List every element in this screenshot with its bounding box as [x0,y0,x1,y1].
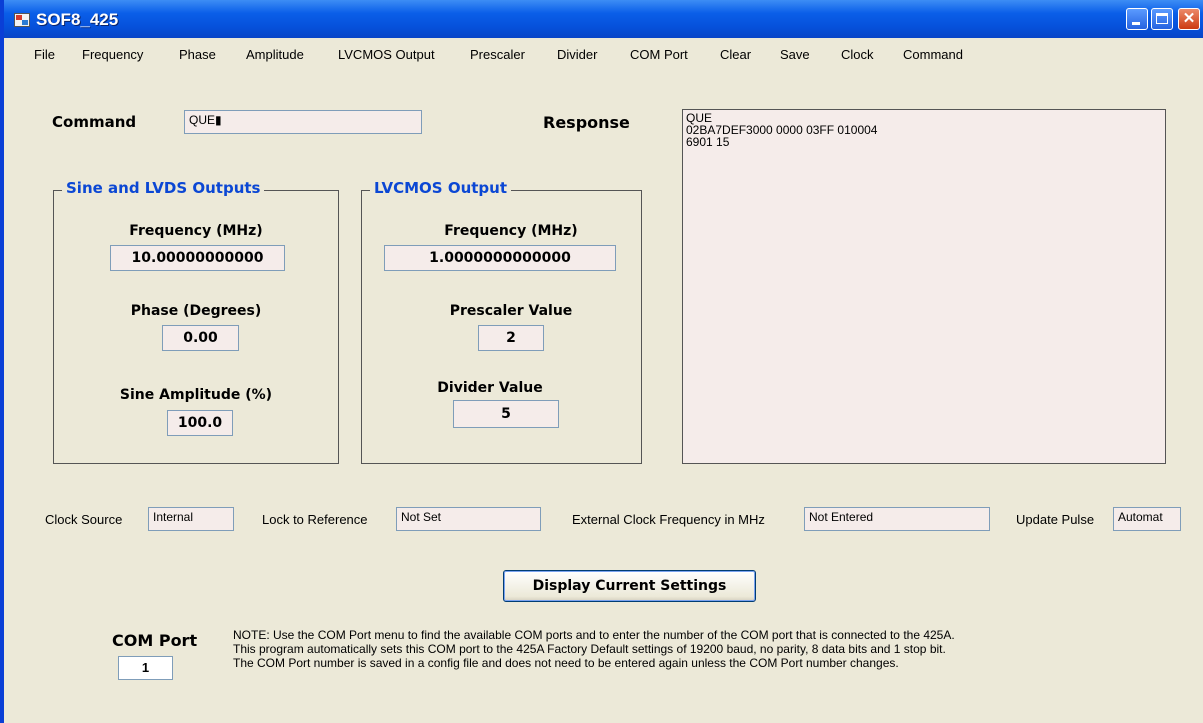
lvcmos-group-title: LVCMOS Output [370,179,512,197]
command-input[interactable]: QUE▮ [184,110,422,134]
phase-label: Phase (Degrees) [130,303,262,319]
display-current-settings-button[interactable]: Display Current Settings [503,570,756,602]
menu-save[interactable]: Save [780,47,810,62]
command-label: Command [52,113,137,131]
response-line: 02BA7DEF3000 0000 03FF 010004 [686,123,878,137]
com-port-label: COM Port [112,631,198,650]
window-title: SOF8_425 [36,10,119,29]
external-clock-label: External Clock Frequency in MHz [572,512,765,527]
lvcmos-frequency-field[interactable]: 1.0000000000000 [384,245,616,271]
menu-file[interactable]: File [34,47,55,62]
lvcmos-frequency-label: Frequency (MHz) [444,223,578,239]
minimize-button[interactable] [1126,8,1148,30]
note-line: This program automatically sets this COM… [233,642,946,656]
divider-field[interactable]: 5 [453,400,559,428]
lock-reference-label: Lock to Reference [262,512,368,527]
response-label: Response [543,113,630,132]
phase-field[interactable]: 0.00 [162,325,239,351]
menu-divider[interactable]: Divider [557,47,597,62]
clock-source-label: Clock Source [45,512,123,527]
sine-lvds-group-title: Sine and LVDS Outputs [62,179,265,197]
menu-phase[interactable]: Phase [179,47,216,62]
close-button[interactable] [1178,8,1200,30]
menu-lvcmos-output[interactable]: LVCMOS Output [338,47,435,62]
divider-label: Divider Value [437,380,543,396]
update-pulse-label: Update Pulse [1016,512,1095,527]
menu-bar: File Frequency Phase Amplitude LVCMOS Ou… [4,45,1203,65]
sine-frequency-label: Frequency (MHz) [129,223,263,239]
menu-amplitude[interactable]: Amplitude [246,47,304,62]
sine-amplitude-field[interactable]: 100.0 [167,410,233,436]
menu-com-port[interactable]: COM Port [630,47,688,62]
prescaler-label: Prescaler Value [449,303,573,319]
menu-clock[interactable]: Clock [841,47,874,62]
update-pulse-field[interactable]: Automat [1113,507,1181,531]
title-bar[interactable]: SOF8_425 [4,0,1203,38]
response-textbox[interactable]: QUE 02BA7DEF3000 0000 03FF 010004 6901 1… [682,109,1166,464]
note-line: The COM Port number is saved in a config… [233,656,899,670]
clock-source-field[interactable]: Internal [148,507,234,531]
note-line: NOTE: Use the COM Port menu to find the … [233,628,955,642]
menu-command[interactable]: Command [903,47,963,62]
menu-clear[interactable]: Clear [720,47,751,62]
app-icon[interactable] [14,13,30,27]
com-port-field[interactable]: 1 [118,656,173,680]
menu-prescaler[interactable]: Prescaler [470,47,525,62]
lock-reference-field[interactable]: Not Set [396,507,541,531]
prescaler-field[interactable]: 2 [478,325,544,351]
sine-amplitude-label: Sine Amplitude (%) [119,387,273,403]
app-window: SOF8_425 File Frequency Phase Amplitude … [0,0,1203,723]
maximize-button[interactable] [1151,8,1173,30]
response-line: 6901 15 [686,135,730,149]
external-clock-field[interactable]: Not Entered [804,507,990,531]
menu-frequency[interactable]: Frequency [82,47,143,62]
sine-frequency-field[interactable]: 10.00000000000 [110,245,285,271]
